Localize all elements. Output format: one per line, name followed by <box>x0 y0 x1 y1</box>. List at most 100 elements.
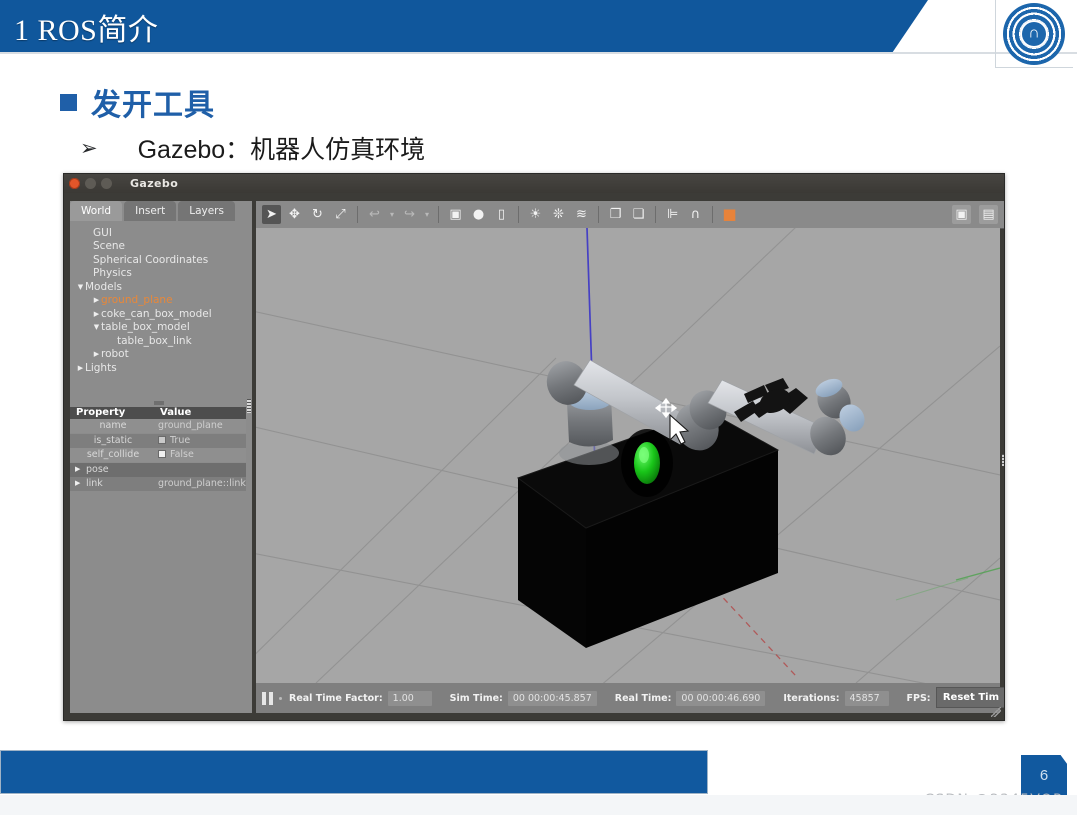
undo-icon[interactable]: ↩ <box>365 205 384 224</box>
paste-icon[interactable]: ❏ <box>629 205 648 224</box>
caret-down-icon[interactable]: ▼ <box>76 283 85 291</box>
tree-item-label: Lights <box>85 361 117 374</box>
world-tree[interactable]: GUI Scene Spherical Coordinates Physics ▼ Mod… <box>70 221 245 391</box>
tree-item-Spherical Coordinates[interactable]: Spherical Coordinates <box>70 253 245 267</box>
slide-footer-bar <box>0 750 708 794</box>
view-angle-icon[interactable]: ■ <box>720 205 739 224</box>
toolbar-separator <box>518 206 519 223</box>
scene-toolbar[interactable]: ➤ ✥ ↻ ⤢ ↩ ▾ ↪ ▾ ▣ ● ▯ ☀ ❊ ≋ ❐ ❏ ⊫ ∩ ■ ▣ ▤ <box>256 201 1004 229</box>
panel-tabs: World Insert Layers <box>70 201 237 221</box>
copy-icon[interactable]: ❐ <box>606 205 625 224</box>
property-row-pose[interactable]: ▶ pose <box>70 462 246 477</box>
property-value: True <box>158 434 190 448</box>
header-divider <box>0 52 1077 54</box>
caret-right-icon[interactable]: ▶ <box>92 310 101 318</box>
sim-time-value: 00 00:00:45.857 <box>507 690 597 706</box>
redo-dropdown-icon[interactable]: ▾ <box>423 205 431 224</box>
scale-mode-icon[interactable]: ⤢ <box>331 205 350 224</box>
directional-light-icon[interactable]: ≋ <box>572 205 591 224</box>
render-panel: ➤ ✥ ↻ ⤢ ↩ ▾ ↪ ▾ ▣ ● ▯ ☀ ❊ ≋ ❐ ❏ ⊫ ∩ ■ ▣ ▤ <box>256 201 1004 713</box>
caret-right-icon[interactable]: ▶ <box>75 479 80 487</box>
select-mode-icon[interactable]: ➤ <box>262 205 281 224</box>
checkbox-icon[interactable] <box>158 450 166 458</box>
tree-item-label: Scene <box>93 240 126 253</box>
reset-time-button[interactable]: Reset Tim <box>935 687 1004 708</box>
panel-splitter-handle[interactable] <box>247 399 251 413</box>
caret-right-icon[interactable]: ▶ <box>92 296 101 304</box>
sub-bullet: ➢ Gazebo：机器人仿真环境 <box>80 130 425 166</box>
tab-world[interactable]: World <box>70 201 123 221</box>
checkbox-icon[interactable] <box>158 435 166 444</box>
rotate-mode-icon[interactable]: ↻ <box>308 205 327 224</box>
minimize-icon[interactable] <box>85 178 96 189</box>
slide-canvas: 1 ROS简介 ∩ 发开工具 ➢ Gazebo：机器人仿真环境 Gazebo W… <box>0 0 1077 795</box>
tab-insert[interactable]: Insert <box>124 201 177 221</box>
window-resize-grip[interactable] <box>991 707 1001 717</box>
page-number-badge: 6 <box>1021 755 1067 795</box>
page-title: 1 ROS简介 <box>14 14 159 47</box>
pause-icon[interactable] <box>262 691 273 705</box>
toolbar-separator <box>357 206 358 223</box>
property-value: False <box>158 448 194 462</box>
real-time-label: Real Time: <box>614 692 672 704</box>
section-heading: 发开工具 <box>60 80 215 124</box>
fps-label: FPS: <box>906 692 931 704</box>
insert-box-icon[interactable]: ▣ <box>446 205 465 224</box>
caret-right-icon[interactable]: ▶ <box>75 465 80 473</box>
tree-item-Scene[interactable]: Scene <box>70 240 245 254</box>
point-light-icon[interactable]: ☀ <box>526 205 545 224</box>
gazebo-window[interactable]: Gazebo World Insert Layers GUI Scene Spheric… <box>63 173 1005 721</box>
arrow-bullet-icon: ➢ <box>80 136 98 160</box>
tree-item-ground_plane[interactable]: ▶ ground_plane <box>70 294 245 308</box>
tree-item-Lights[interactable]: ▶ Lights <box>70 361 245 375</box>
tree-item-label: Physics <box>93 267 132 280</box>
render-splitter-handle[interactable] <box>1002 454 1004 466</box>
redo-icon[interactable]: ↪ <box>400 205 419 224</box>
property-row-self_collide[interactable]: self_collide False <box>70 448 246 462</box>
tab-layers[interactable]: Layers <box>178 201 235 221</box>
property-row-name[interactable]: name ground_plane <box>70 419 246 433</box>
screenshot-icon[interactable]: ▣ <box>952 205 971 224</box>
tree-item-label: robot <box>101 348 129 361</box>
caret-down-icon[interactable]: ▼ <box>92 323 101 331</box>
toolbar-separator <box>712 206 713 223</box>
caret-right-icon[interactable]: ▶ <box>92 350 101 358</box>
tree-item-Physics[interactable]: Physics <box>70 267 245 281</box>
undo-dropdown-icon[interactable]: ▾ <box>388 205 396 224</box>
3d-scene-viewport[interactable] <box>256 228 1000 683</box>
property-key: is_static <box>93 434 133 446</box>
toolbar-separator <box>598 206 599 223</box>
property-row-is_static[interactable]: is_static True <box>70 433 246 448</box>
property-value-text: False <box>170 449 194 460</box>
insert-sphere-icon[interactable]: ● <box>469 205 488 224</box>
close-icon[interactable] <box>69 178 80 189</box>
tree-item-GUI[interactable]: GUI <box>70 226 245 240</box>
real-time-factor-value: 1.00 <box>387 690 432 706</box>
sub-bullet-label: Gazebo：机器人仿真环境 <box>137 136 426 164</box>
real-time-factor-label: Real Time Factor: <box>289 692 383 704</box>
snap-icon[interactable]: ∩ <box>686 205 705 224</box>
tree-item-robot[interactable]: ▶ robot <box>70 348 245 362</box>
tree-item-Models[interactable]: ▼ Models <box>70 280 245 294</box>
translate-mode-icon[interactable]: ✥ <box>285 205 304 224</box>
tree-item-table_box_link[interactable]: table_box_link <box>70 334 245 348</box>
caret-right-icon[interactable]: ▶ <box>76 364 85 372</box>
tree-item-label: table_box_link <box>117 334 192 347</box>
spot-light-icon[interactable]: ❊ <box>549 205 568 224</box>
align-icon[interactable]: ⊫ <box>663 205 682 224</box>
property-value: ground_plane <box>158 420 223 431</box>
property-key: pose <box>86 463 109 475</box>
tree-item-coke_can_box_model[interactable]: ▶ coke_can_box_model <box>70 307 245 321</box>
property-row-link[interactable]: ▶ link ground_plane::link <box>70 477 246 491</box>
real-time-value: 00 00:00:46.690 <box>676 690 766 706</box>
insert-cylinder-icon[interactable]: ▯ <box>492 205 511 224</box>
property-key: name <box>99 420 127 431</box>
section-heading-label: 发开工具 <box>91 89 215 122</box>
maximize-icon[interactable] <box>101 178 112 189</box>
save-log-icon[interactable]: ▤ <box>979 205 998 224</box>
property-panel-grip[interactable] <box>154 401 164 405</box>
tree-item-table_box_model[interactable]: ▼ table_box_model <box>70 321 245 335</box>
window-title: Gazebo <box>130 177 179 190</box>
square-bullet-icon <box>60 93 77 111</box>
tree-item-label: coke_can_box_model <box>101 307 212 320</box>
